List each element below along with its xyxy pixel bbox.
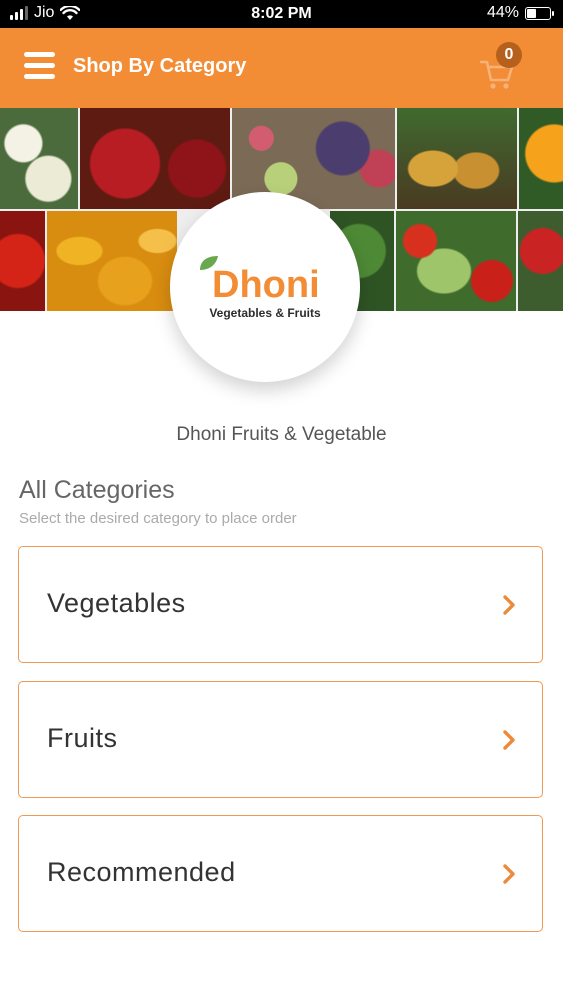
battery-fill <box>527 8 536 18</box>
section-title: All Categories <box>19 476 175 504</box>
store-logo: Dhoni Vegetables & Fruits <box>170 192 360 382</box>
category-card-vegetables[interactable]: Vegetables <box>18 546 543 663</box>
cauliflower-tile <box>0 108 78 209</box>
chevron-right-icon <box>503 730 515 750</box>
status-bar: Jio 8:02 PM 44% <box>0 0 563 28</box>
category-label: Recommended <box>47 857 236 887</box>
category-label: Fruits <box>47 723 118 753</box>
logo-brand-name: Dhoni <box>212 264 320 306</box>
chevron-right-icon <box>503 864 515 884</box>
page-title: Shop By Category <box>73 55 247 77</box>
logo-tagline: Vegetables & Fruits <box>209 306 321 320</box>
cart-button[interactable]: 0 <box>480 42 528 92</box>
status-time: 8:02 PM <box>251 5 312 22</box>
hamburger-menu-icon[interactable] <box>24 52 56 80</box>
pomegranate-tile <box>80 108 230 209</box>
tomato-tile <box>0 211 45 311</box>
mango-tile <box>47 211 177 311</box>
orange-tile <box>519 108 563 209</box>
battery-icon <box>525 6 554 20</box>
category-label: Vegetables <box>47 588 186 618</box>
mixed-vegetables-tile <box>396 211 516 311</box>
section-subtitle: Select the desired category to place ord… <box>19 510 297 527</box>
app-header: Shop By Category 0 <box>0 28 563 108</box>
chevron-right-icon <box>503 595 515 615</box>
battery-percent: 44% <box>486 4 519 21</box>
pineapple-tile <box>397 108 517 209</box>
cart-count-badge: 0 <box>496 42 522 68</box>
category-card-recommended[interactable]: Recommended <box>18 815 543 932</box>
status-right: 44% <box>486 4 554 22</box>
shop-name: Dhoni Fruits & Vegetable <box>176 424 387 445</box>
category-card-fruits[interactable]: Fruits <box>18 681 543 798</box>
apple-tile <box>518 211 563 311</box>
